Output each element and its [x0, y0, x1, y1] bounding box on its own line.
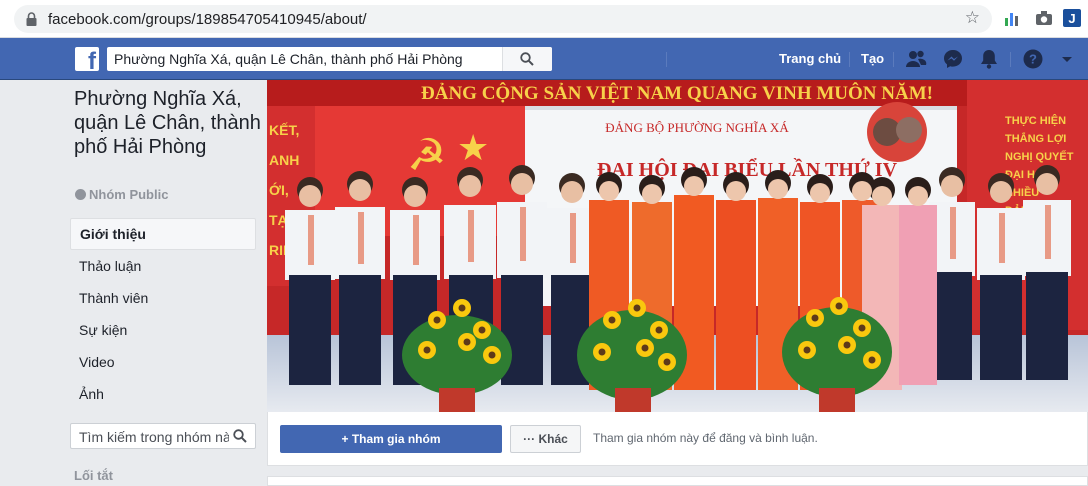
- search-icon: [520, 52, 534, 66]
- friend-requests-icon[interactable]: [905, 48, 927, 70]
- star-icon: ★: [457, 128, 489, 169]
- nav-item-videos[interactable]: Video: [70, 346, 256, 378]
- group-search-placeholder: Tìm kiếm trong nhóm nà: [79, 429, 229, 445]
- nav-item-about[interactable]: Giới thiệu: [70, 218, 256, 250]
- join-group-button[interactable]: + Tham gia nhóm: [280, 425, 502, 453]
- browser-toolbar: facebook.com/groups/189854705410945/abou…: [0, 0, 1088, 38]
- search-button[interactable]: [502, 47, 552, 71]
- lock-icon: [26, 12, 37, 26]
- home-link[interactable]: Trang chủ: [779, 51, 841, 66]
- more-dots-icon: ···: [523, 432, 536, 446]
- join-group-label: Tham gia nhóm: [351, 432, 441, 446]
- nav-item-events[interactable]: Sự kiện: [70, 314, 256, 346]
- nav-divider: [1010, 52, 1011, 67]
- chevron-down-icon[interactable]: [1060, 52, 1074, 66]
- nav-item-members[interactable]: Thành viên: [70, 282, 256, 314]
- hammer-sickle-icon: ☭: [407, 130, 446, 181]
- group-search-input[interactable]: Tìm kiếm trong nhóm nà: [70, 423, 256, 449]
- cover-board-line1: ĐẢNG BỘ PHƯỜNG NGHĨA XÁ: [605, 120, 789, 135]
- address-bar[interactable]: facebook.com/groups/189854705410945/abou…: [14, 5, 992, 33]
- extension-chart-icon[interactable]: [1003, 9, 1021, 27]
- nav-divider: [893, 52, 894, 67]
- cover-photo[interactable]: ĐẢNG CỘNG SẢN VIỆT NAM QUANG VINH MUÔN N…: [267, 80, 1088, 412]
- svg-text:J: J: [1068, 11, 1075, 26]
- create-link[interactable]: Tạo: [861, 51, 884, 66]
- next-card: [267, 476, 1088, 486]
- globe-icon: [75, 189, 86, 200]
- facebook-topbar: f Phường Nghĩa Xá, quận Lê Chân, thành p…: [0, 38, 1088, 80]
- svg-text:?: ?: [1029, 52, 1037, 67]
- nav-divider: [849, 52, 850, 67]
- plus-icon: +: [341, 432, 349, 446]
- more-button[interactable]: ··· Khác: [510, 425, 581, 453]
- messenger-icon[interactable]: [942, 48, 964, 70]
- nav-item-photos[interactable]: Ảnh: [70, 378, 256, 410]
- group-privacy-label: Nhóm Public: [75, 187, 168, 202]
- group-title[interactable]: Phường Nghĩa Xá, quận Lê Chân, thành phố…: [74, 87, 264, 159]
- url-text: facebook.com/groups/189854705410945/abou…: [48, 11, 367, 28]
- cover-banner-text: ĐẢNG CỘNG SẢN VIỆT NAM QUANG VINH MUÔN N…: [421, 82, 933, 104]
- nav-divider: [666, 52, 667, 67]
- join-hint-text: Tham gia nhóm này để đăng và bình luận.: [593, 431, 818, 445]
- bookmark-star-icon[interactable]: ☆: [965, 8, 980, 28]
- search-input[interactable]: Phường Nghĩa Xá, quận Lê Chân, thành phố…: [107, 47, 552, 71]
- facebook-logo-icon[interactable]: f: [75, 47, 99, 74]
- nav-item-discussion[interactable]: Thảo luận: [70, 250, 256, 282]
- extension-j-icon[interactable]: J: [1063, 9, 1081, 27]
- cover-photo-image: ĐẢNG CỘNG SẢN VIỆT NAM QUANG VINH MUÔN N…: [267, 80, 1088, 412]
- camera-icon[interactable]: [1035, 9, 1053, 27]
- help-icon[interactable]: ?: [1022, 48, 1044, 70]
- more-label: Khác: [538, 432, 568, 446]
- notifications-bell-icon[interactable]: [978, 48, 1000, 70]
- group-privacy-text: Nhóm Public: [89, 187, 169, 202]
- search-icon[interactable]: [233, 429, 247, 443]
- search-input-value: Phường Nghĩa Xá, quận Lê Chân, thành phố…: [114, 51, 463, 67]
- shortcuts-heading: Lối tắt: [74, 468, 113, 483]
- group-nav: Giới thiệu Thảo luận Thành viên Sự kiện …: [70, 218, 256, 410]
- group-action-bar: + Tham gia nhóm ··· Khác Tham gia nhóm n…: [267, 412, 1088, 466]
